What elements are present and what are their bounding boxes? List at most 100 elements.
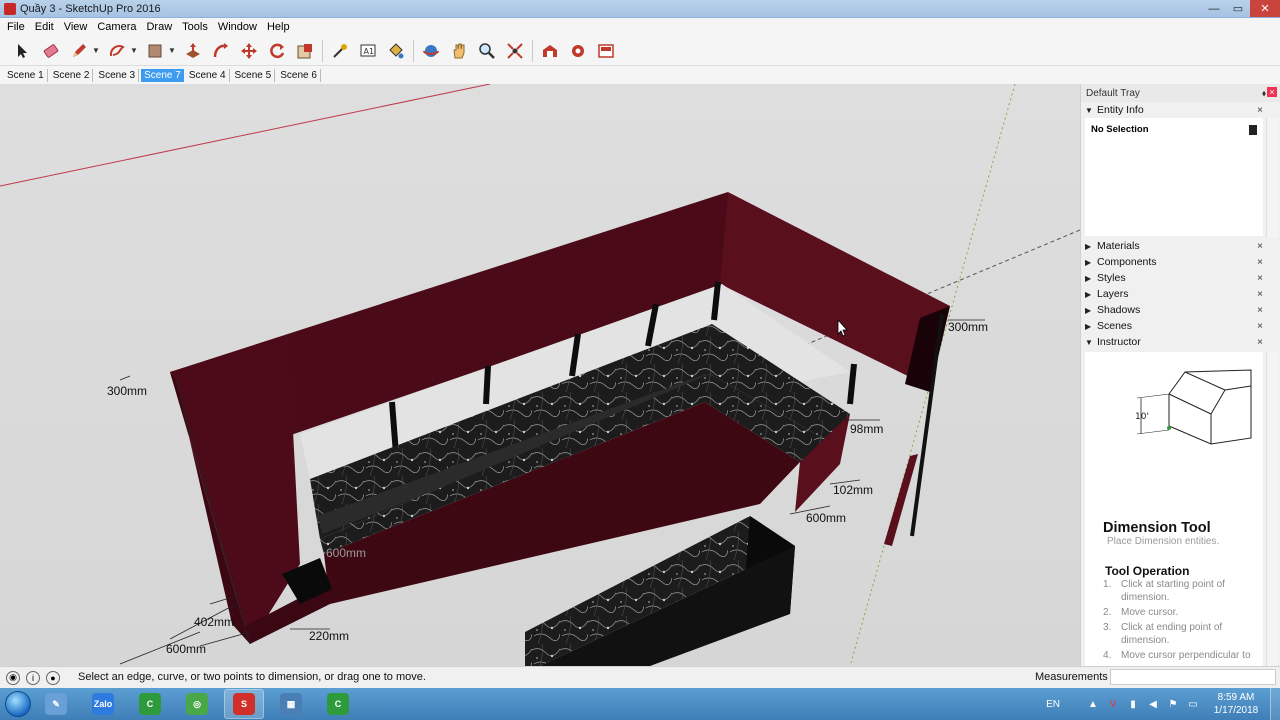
clock-time: 8:59 AM [1217,692,1255,703]
info-icon[interactable]: i [26,670,40,685]
antivirus-icon[interactable]: V [1106,697,1120,711]
volume-icon[interactable]: ◀ [1146,697,1160,711]
dimension-label[interactable]: 300mm [107,384,147,398]
layout-icon[interactable] [595,40,617,62]
orbit-icon[interactable] [420,40,442,62]
panel-instructor[interactable]: ▼ Instructor × [1085,334,1263,350]
rectangle-icon[interactable] [144,40,166,62]
dimension-label[interactable]: 300mm [948,320,988,334]
tab-scene-3[interactable]: Scene 3 [95,68,140,82]
flag-icon[interactable]: ⚑ [1166,697,1180,711]
tray-close-icon[interactable]: × [1267,87,1277,97]
measurements-input[interactable] [1110,669,1276,685]
taskbar-app[interactable]: ▦ [271,689,311,719]
pencil-icon[interactable] [68,40,90,62]
panel-styles[interactable]: ▶ Styles × [1085,270,1263,286]
zoom-icon[interactable] [476,40,498,62]
taskbar-app[interactable]: Zalo [83,689,123,719]
minimize-button[interactable]: — [1202,0,1226,17]
explorer-app-icon: ▦ [280,693,302,715]
menu-window[interactable]: Window [213,18,262,36]
tab-scene-5[interactable]: Scene 5 [232,68,276,82]
menu-help[interactable]: Help [262,18,295,36]
taskbar-app[interactable]: ◎ [177,689,217,719]
shapes-icon[interactable] [106,40,128,62]
windows-orb-icon [5,691,31,717]
dimension-label[interactable]: 102mm [833,483,873,497]
status-message: Select an edge, curve, or two points to … [78,671,426,683]
taskbar-app[interactable]: C [130,689,170,719]
pan-icon[interactable] [448,40,470,62]
eraser-icon[interactable] [40,40,62,62]
dimension-label[interactable]: 220mm [309,629,349,643]
warehouse-icon[interactable] [539,40,561,62]
tab-scene-7[interactable]: Scene 7 [141,68,184,82]
maximize-button[interactable]: ▭ [1226,0,1250,17]
user-icon[interactable]: ● [46,670,60,685]
panel-close-icon[interactable]: × [1257,337,1263,348]
follow-me-icon[interactable] [210,40,232,62]
clock[interactable]: 8:59 AM 1/17/2018 [1206,691,1266,717]
panel-close-icon[interactable]: × [1257,289,1263,300]
show-desktop-button[interactable] [1270,688,1280,720]
tool-name: Dimension Tool [1103,520,1211,536]
dimension-label[interactable]: 600mm [806,511,846,525]
panel-components[interactable]: ▶ Components × [1085,254,1263,270]
zoom-extents-icon[interactable] [504,40,526,62]
collapse-triangle-icon: ▼ [1085,105,1093,115]
taskbar-app[interactable]: ✎ [36,689,76,719]
panel-close-icon[interactable]: × [1257,105,1263,116]
dimension-label[interactable]: 402mm [194,615,234,629]
arrow-up-icon[interactable]: ▲ [1086,697,1100,711]
rectangle-dropdown-icon[interactable]: ▼ [168,46,176,55]
panel-entity-info[interactable]: ▼ Entity Info × [1085,102,1263,118]
panel-close-icon[interactable]: × [1257,241,1263,252]
panel-shadows[interactable]: ▶ Shadows × [1085,302,1263,318]
taskbar-app[interactable]: S [224,689,264,719]
entity-scrollbar[interactable] [1266,118,1278,238]
menu-tools[interactable]: Tools [177,18,213,36]
tab-scene-2[interactable]: Scene 2 [50,68,94,82]
move-icon[interactable] [238,40,260,62]
instructor-scrollbar[interactable] [1266,352,1278,666]
geo-location-icon[interactable]: ◉ [6,670,20,685]
tab-scene-6[interactable]: Scene 6 [277,68,321,82]
panel-close-icon[interactable]: × [1257,273,1263,284]
select-icon[interactable] [12,40,34,62]
model-scene [0,84,1080,666]
menu-camera[interactable]: Camera [92,18,141,36]
model-viewport[interactable]: 300mm 300mm 98mm 102mm 600mm 600mm 402mm… [0,84,1080,666]
tab-scene-1[interactable]: Scene 1 [4,68,48,82]
panel-materials[interactable]: ▶ Materials × [1085,238,1263,254]
menu-view[interactable]: View [59,18,93,36]
network-icon[interactable]: ▮ [1126,697,1140,711]
rotate-icon[interactable] [266,40,288,62]
push-pull-icon[interactable] [182,40,204,62]
panel-close-icon[interactable]: × [1257,257,1263,268]
menu-file[interactable]: File [2,18,30,36]
paint-bucket-icon[interactable] [385,40,407,62]
panel-scenes[interactable]: ▶ Scenes × [1085,318,1263,334]
scale-icon[interactable] [294,40,316,62]
menu-edit[interactable]: Edit [30,18,59,36]
power-icon[interactable]: ▭ [1186,697,1200,711]
close-button[interactable]: ✕ [1250,0,1280,17]
shapes-dropdown-icon[interactable]: ▼ [130,46,138,55]
dimension-label[interactable]: 600mm [326,546,366,560]
taskbar-app[interactable]: C [318,689,358,719]
panel-close-icon[interactable]: × [1257,321,1263,332]
dimension-label[interactable]: 98mm [850,422,883,436]
panel-layers[interactable]: ▶ Layers × [1085,286,1263,302]
entity-toggle-icon[interactable] [1249,125,1257,135]
text-icon[interactable]: A1 [357,40,379,62]
dimension-label[interactable]: 600mm [166,642,206,656]
tab-scene-4[interactable]: Scene 4 [186,68,230,82]
panel-close-icon[interactable]: × [1257,305,1263,316]
menu-draw[interactable]: Draw [141,18,177,36]
tape-measure-icon[interactable] [329,40,351,62]
language-indicator[interactable]: EN [1046,699,1060,710]
pin-icon[interactable]: ⬧ [1262,88,1266,99]
extension-warehouse-icon[interactable] [567,40,589,62]
pencil-dropdown-icon[interactable]: ▼ [92,46,100,55]
start-button[interactable] [0,689,36,719]
